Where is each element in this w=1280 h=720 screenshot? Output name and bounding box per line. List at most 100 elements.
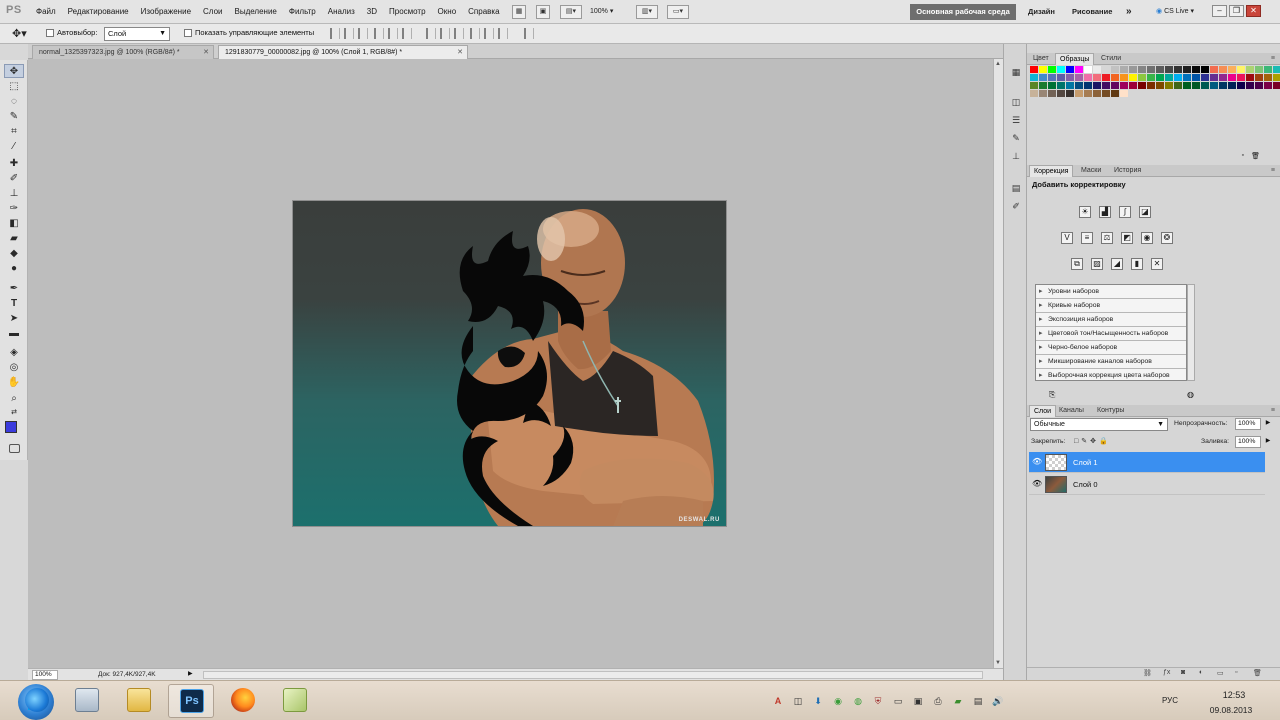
color-swatch[interactable] [1210,66,1218,73]
eraser-tool-icon[interactable]: ◧ [4,217,24,231]
close-button[interactable]: ✕ [1246,5,1261,17]
show-controls-check[interactable] [184,28,192,37]
layer-row[interactable]: 👁 Слой 1 [1029,452,1265,473]
color-swatch[interactable] [1048,82,1056,89]
close-icon[interactable]: ✕ [457,46,463,60]
menu-view[interactable]: Просмотр [383,0,432,24]
swap-colors-icon[interactable]: ⇄ [4,406,24,420]
3d-orbit-tool-icon[interactable]: ◎ [4,361,24,375]
history-brush-tool-icon[interactable]: ✑ [4,202,24,216]
menu-analysis[interactable]: Анализ [322,0,361,24]
tray-app-icon[interactable]: ◫ [790,693,806,709]
close-icon[interactable]: ✕ [203,46,209,60]
opacity-slider-icon[interactable]: ▶ [1264,418,1272,429]
color-swatch[interactable] [1075,82,1083,89]
color-swatch[interactable] [1057,66,1065,73]
color-swatch[interactable] [1192,74,1200,81]
tray-printer-icon[interactable]: ⎙ [930,693,946,709]
adobe-reader-icon[interactable]: A [770,693,786,709]
align-left-icon[interactable] [374,28,384,39]
taskbar-app-explorer[interactable] [116,684,162,718]
clock-date[interactable]: 09.08.2013 [1198,705,1264,715]
menu-3d[interactable]: 3D [361,0,383,24]
quick-mask-icon[interactable] [9,444,20,453]
color-swatch[interactable] [1228,66,1236,73]
color-swatch[interactable] [1048,90,1056,97]
color-swatch[interactable] [1111,90,1119,97]
color-swatch[interactable] [1174,66,1182,73]
tray-display-icon[interactable]: ▭ [890,693,906,709]
menu-help[interactable]: Справка [462,0,505,24]
color-swatch[interactable] [1165,82,1173,89]
color-swatch[interactable] [1057,74,1065,81]
exposure-icon[interactable]: ◪ [1139,206,1151,218]
tab-styles[interactable]: Стили [1097,53,1125,65]
taskbar-app-ie[interactable] [14,684,60,718]
tray-download-icon[interactable]: ⬇ [810,693,826,709]
type-tool-icon[interactable]: T [4,297,24,311]
lasso-tool-icon[interactable]: ◌ [4,95,24,109]
menu-select[interactable]: Выделение [228,0,282,24]
list-item[interactable]: Черно-белое наборов [1036,341,1186,355]
layer-style-icon[interactable]: ƒx [1163,669,1170,676]
color-swatch[interactable] [1039,74,1047,81]
color-swatch[interactable] [1039,90,1047,97]
color-swatch[interactable] [1264,74,1272,81]
color-swatch[interactable] [1048,66,1056,73]
layer-row[interactable]: 👁 Слой 0 [1029,474,1265,495]
panel-menu-icon[interactable]: ≡ [1271,165,1275,176]
workspace-design[interactable]: Дизайн [1028,4,1055,20]
color-swatch[interactable] [1120,82,1128,89]
color-swatch[interactable] [1147,66,1155,73]
blend-mode-select[interactable]: Обычные ▼ [1030,418,1168,431]
tray-battery-icon[interactable]: ▰ [950,693,966,709]
arrange-docs-icon[interactable]: ▥▾ [636,5,658,19]
tab-layers[interactable]: Слои [1029,405,1057,417]
distribute-hcenter-icon[interactable] [484,28,494,39]
color-swatch[interactable] [1192,66,1200,73]
opacity-input[interactable]: 100% [1235,418,1261,430]
color-swatch[interactable] [1237,74,1245,81]
taskbar-app-notes[interactable] [272,684,318,718]
curves-icon[interactable]: ∫ [1119,206,1131,218]
status-zoom-field[interactable]: 100% [32,670,58,680]
list-item[interactable]: Цветовой тон/Насыщенность наборов [1036,327,1186,341]
eye-icon[interactable]: 👁 [1032,479,1042,488]
tab-channels[interactable]: Каналы [1055,405,1088,417]
autoselect-checkbox[interactable]: Автовыбор: [46,28,97,37]
minibridge-icon[interactable]: ▣ [536,5,550,19]
foreground-color-swatch[interactable] [5,421,17,433]
new-layer-icon[interactable]: ▫ [1235,669,1237,676]
swatches-grid[interactable] [1030,66,1280,97]
panel-menu-icon[interactable]: ≡ [1271,405,1275,416]
color-swatch[interactable] [1156,82,1164,89]
align-vcenter-icon[interactable] [344,28,354,39]
color-swatch[interactable] [1147,74,1155,81]
minimize-button[interactable]: – [1212,5,1227,17]
color-swatch[interactable] [1057,82,1065,89]
color-swatch[interactable] [1264,66,1272,73]
zoom-level-select[interactable]: 100% ▾ [590,5,630,19]
volume-icon[interactable]: 🔊 [990,693,1006,709]
lock-options[interactable]: □✎✥🔒 [1074,437,1111,445]
notes-icon[interactable]: ✐ [1010,200,1022,212]
color-swatch[interactable] [1210,74,1218,81]
color-swatch[interactable] [1111,66,1119,73]
zoom-tool-icon[interactable]: ⌕ [4,392,24,406]
distribute-top-icon[interactable] [426,28,436,39]
gradient-tool-icon[interactable]: ▰ [4,232,24,246]
document-tab-1[interactable]: normal_1325397323.jpg @ 100% (RGB/8#) * … [32,45,214,59]
list-item[interactable]: Экспозиция наборов [1036,313,1186,327]
color-swatch[interactable] [1237,82,1245,89]
color-swatch[interactable] [1183,74,1191,81]
channel-mixer-icon[interactable]: ❂ [1161,232,1173,244]
link-layers-icon[interactable]: ⛓ [1143,669,1152,677]
pen-tool-icon[interactable]: ✒ [4,282,24,296]
document-image[interactable]: DESWAL.RU [293,201,726,526]
hue-saturation-icon[interactable]: ≡ [1081,232,1093,244]
tray-chrome-icon[interactable]: ◉ [830,693,846,709]
color-swatch[interactable] [1156,74,1164,81]
align-right-icon[interactable] [402,28,412,39]
tab-history[interactable]: История [1110,165,1145,177]
color-swatch[interactable] [1246,82,1254,89]
